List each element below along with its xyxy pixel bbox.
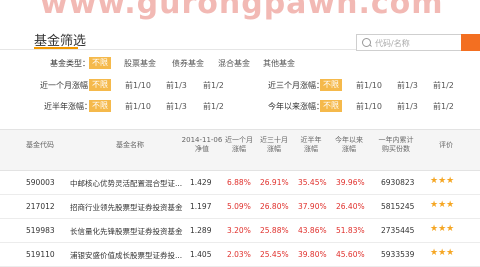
- filter-three-month-all[interactable]: 不限: [320, 79, 342, 91]
- fund-rating-stars: ★★★: [430, 200, 455, 210]
- header-half-year-line1: 近半年: [300, 136, 322, 144]
- fund-name[interactable]: 中邮核心优势灵活配置混合型证...: [70, 178, 182, 189]
- header-name[interactable]: 基金名称: [100, 141, 160, 150]
- fund-half-year: 43.86%: [298, 226, 327, 235]
- header-one-month[interactable]: 近一个月 涨幅: [222, 136, 256, 154]
- fund-half-year: 37.90%: [298, 202, 327, 211]
- fund-three-month: 26.91%: [260, 178, 289, 187]
- fund-one-month: 3.20%: [227, 226, 251, 235]
- header-nav-date: 2014-11-06: [181, 136, 223, 144]
- header-three-month[interactable]: 近三十月 涨幅: [256, 136, 292, 154]
- header-rating: 评价: [439, 141, 453, 149]
- fund-rating-stars: ★★★: [430, 176, 455, 186]
- filter-three-month-top10[interactable]: 前1/10: [356, 80, 382, 91]
- header-half-year[interactable]: 近半年 涨幅: [294, 136, 328, 154]
- header-one-month-line1: 近一个月: [225, 136, 253, 144]
- fund-nav: 1.197: [190, 202, 212, 211]
- table-row[interactable]: 519110 浦银安盛价值成长股票型证券投... 1.405 2.03% 25.…: [0, 242, 480, 267]
- filter-three-month-top3[interactable]: 前1/3: [397, 80, 418, 91]
- header-three-month-line1: 近三十月: [260, 136, 288, 144]
- fund-code[interactable]: 217012: [26, 202, 55, 211]
- header-half-year-line2: 涨幅: [304, 145, 318, 153]
- fund-code[interactable]: 590003: [26, 178, 55, 187]
- fund-code[interactable]: 519983: [26, 226, 55, 235]
- filter-fund-type-all[interactable]: 不限: [89, 57, 111, 69]
- fund-name[interactable]: 浦银安盛价值成长股票型证券投...: [70, 250, 182, 261]
- filter-fund-type-stock[interactable]: 股票基金: [124, 58, 156, 69]
- table-row[interactable]: 519983 长信量化先锋股票型证券投资基金 1.289 3.20% 25.88…: [0, 218, 480, 243]
- filter-one-month-top3[interactable]: 前1/3: [166, 80, 187, 91]
- fund-rating-stars: ★★★: [430, 224, 455, 234]
- header-nav-label: 净值: [195, 145, 209, 153]
- filter-label-one-month: 近一个月涨幅：: [40, 81, 96, 90]
- header-one-month-line2: 涨幅: [232, 145, 246, 153]
- filter-half-year-top3[interactable]: 前1/3: [166, 101, 187, 112]
- header-ytd-line2: 涨幅: [342, 145, 356, 153]
- filter-fund-type-mixed[interactable]: 混合基金: [218, 58, 250, 69]
- fund-nav: 1.289: [190, 226, 212, 235]
- filter-three-month-top2[interactable]: 前1/2: [433, 80, 454, 91]
- table-header: 基金代码 基金名称 2014-11-06 净值 近一个月 涨幅 近三十月 涨幅 …: [0, 129, 480, 171]
- fund-one-month: 5.09%: [227, 202, 251, 211]
- filter-ytd-top2[interactable]: 前1/2: [433, 101, 454, 112]
- filter-label-fund-type: 基金类型：: [50, 59, 90, 68]
- filter-half-year-all[interactable]: 不限: [89, 100, 111, 112]
- filter-ytd-top3[interactable]: 前1/3: [397, 101, 418, 112]
- filter-ytd-all[interactable]: 不限: [320, 100, 342, 112]
- fund-rating-stars: ★★★: [430, 248, 455, 258]
- fund-ytd: 39.96%: [336, 178, 365, 187]
- header-cumulative-line2: 购买份数: [382, 145, 410, 153]
- fund-half-year: 35.45%: [298, 178, 327, 187]
- search-button[interactable]: [461, 34, 480, 51]
- header-ytd[interactable]: 今年以来 涨幅: [330, 136, 368, 154]
- filter-half-year-top2[interactable]: 前1/2: [203, 101, 224, 112]
- filter-fund-type-bond[interactable]: 债券基金: [172, 58, 204, 69]
- fund-cumulative: 6930823: [381, 178, 415, 187]
- search-placeholder: 代码/名称: [375, 39, 410, 48]
- filter-label-ytd: 今年以来涨幅：: [268, 102, 324, 111]
- search-icon: [362, 38, 371, 47]
- filter-fund-type-other[interactable]: 其他基金: [263, 58, 295, 69]
- filter-one-month-all[interactable]: 不限: [89, 79, 111, 91]
- header-code[interactable]: 基金代码: [20, 141, 60, 150]
- header-nav[interactable]: 2014-11-06 净值: [180, 136, 224, 154]
- header-three-month-line2: 涨幅: [267, 145, 281, 153]
- search-input[interactable]: 代码/名称: [356, 34, 462, 51]
- filter-half-year-top10[interactable]: 前1/10: [125, 101, 151, 112]
- table-row[interactable]: 217012 招商行业领先股票型证券投资基金 1.197 5.09% 26.80…: [0, 194, 480, 219]
- fund-cumulative: 5815245: [381, 202, 415, 211]
- header-cumulative-line1: 一年内累计: [378, 136, 414, 144]
- filter-label-three-month: 近三个月涨幅：: [268, 81, 324, 90]
- watermark-text: www.gurongpawn.com: [40, 0, 444, 21]
- fund-three-month: 26.80%: [260, 202, 289, 211]
- fund-ytd: 26.40%: [336, 202, 365, 211]
- header-ytd-line1: 今年以来: [335, 136, 363, 144]
- fund-cumulative: 2735445: [381, 226, 415, 235]
- fund-ytd: 51.83%: [336, 226, 365, 235]
- table-row[interactable]: 590003 中邮核心优势灵活配置混合型证... 1.429 6.88% 26.…: [0, 170, 480, 195]
- filter-ytd-top10[interactable]: 前1/10: [356, 101, 382, 112]
- filter-one-month-top10[interactable]: 前1/10: [125, 80, 151, 91]
- filter-one-month-top2[interactable]: 前1/2: [203, 80, 224, 91]
- fund-nav: 1.429: [190, 178, 212, 187]
- filter-label-half-year: 近半年涨幅：: [44, 102, 92, 111]
- fund-three-month: 25.88%: [260, 226, 289, 235]
- fund-one-month: 6.88%: [227, 178, 251, 187]
- header-cumulative[interactable]: 一年内累计 购买份数: [372, 136, 420, 154]
- fund-name[interactable]: 招商行业领先股票型证券投资基金: [70, 202, 183, 213]
- fund-name[interactable]: 长信量化先锋股票型证券投资基金: [70, 226, 183, 237]
